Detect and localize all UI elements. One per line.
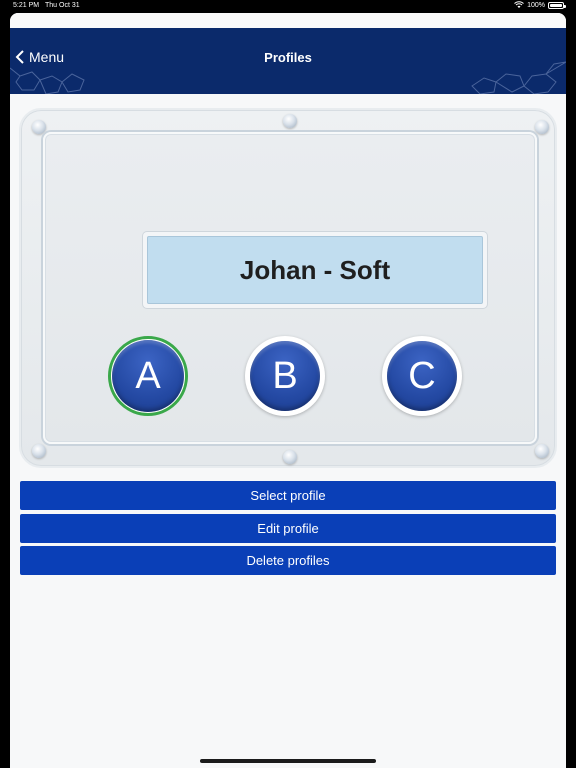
status-right: 100% xyxy=(514,1,566,9)
status-bar: 5:21 PM Thu Oct 31 100% xyxy=(0,0,576,13)
profile-button-b[interactable]: B xyxy=(245,336,325,416)
navbar: Menu Profiles xyxy=(10,28,566,94)
screw-icon xyxy=(535,120,549,134)
profile-button-c[interactable]: C xyxy=(382,336,462,416)
delete-profiles-button[interactable]: Delete profiles xyxy=(20,546,556,575)
top-spacer xyxy=(10,13,566,28)
profile-button-c-label: C xyxy=(387,341,457,411)
page-title: Profiles xyxy=(264,50,312,65)
profile-button-a[interactable]: A xyxy=(108,336,188,416)
select-profile-button[interactable]: Select profile xyxy=(20,481,556,510)
wifi-icon xyxy=(514,1,524,8)
profile-button-b-label: B xyxy=(250,341,320,411)
home-indicator[interactable] xyxy=(200,759,376,763)
screw-icon xyxy=(32,120,46,134)
status-date: Thu Oct 31 xyxy=(45,2,80,9)
app-window: Menu Profiles Johan - Soft A B C Select … xyxy=(10,13,566,768)
screw-icon xyxy=(283,114,297,128)
battery-percent: 100% xyxy=(527,1,545,9)
edit-profile-button[interactable]: Edit profile xyxy=(20,514,556,543)
battery-icon xyxy=(548,1,566,9)
screw-icon xyxy=(535,444,549,458)
profile-panel: Johan - Soft A B C xyxy=(19,108,557,468)
device-screen: 5:21 PM Thu Oct 31 100% Menu Profiles Jo… xyxy=(0,0,576,768)
profile-name-text: Johan - Soft xyxy=(147,236,483,304)
panel-inner-frame: Johan - Soft A B C xyxy=(43,132,537,444)
screw-icon xyxy=(32,444,46,458)
status-time: 5:21 PM xyxy=(13,2,40,9)
profile-name-display: Johan - Soft xyxy=(143,232,487,308)
screw-icon xyxy=(283,450,297,464)
profile-button-a-label: A xyxy=(112,340,184,412)
